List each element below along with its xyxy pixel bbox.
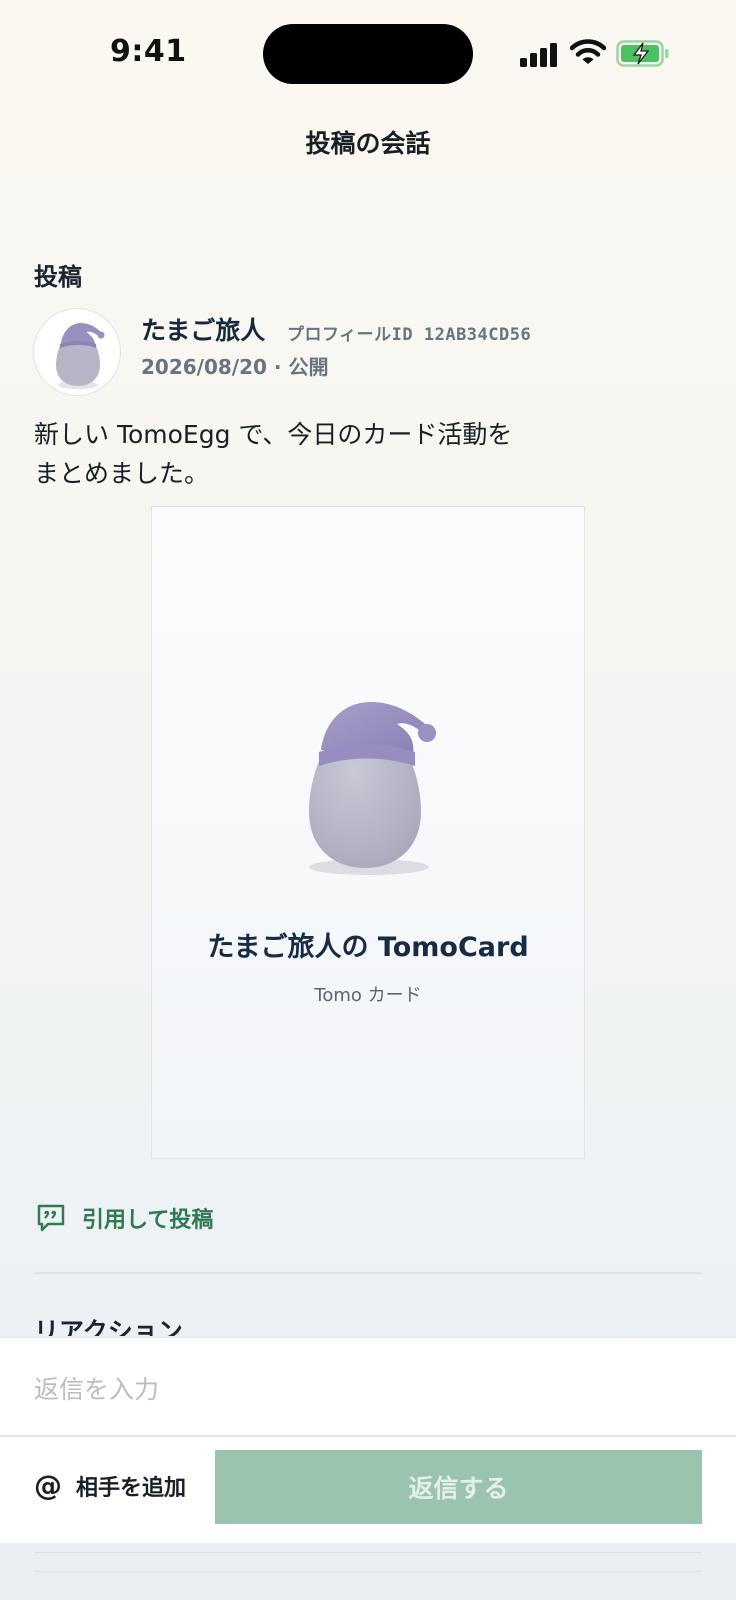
reactions-section-label: リアクション [34, 1317, 183, 1336]
signal-icon [520, 41, 560, 67]
divider [34, 1272, 702, 1274]
author-name[interactable]: たまご旅人 [141, 311, 265, 347]
egg-character-icon [56, 323, 105, 389]
card-subtitle: Tomo カード [314, 985, 422, 1006]
quote-post-button[interactable]: 引用して投稿 [34, 1200, 213, 1236]
divider [34, 1571, 702, 1572]
wifi-icon [570, 39, 606, 64]
battery-charging-icon [616, 40, 669, 67]
status-bar: 9:41 [0, 0, 736, 110]
quote-post-label: 引用して投稿 [82, 1208, 214, 1233]
post-section-label: 投稿 [34, 263, 82, 291]
card-title: たまご旅人の TomoCard [207, 932, 529, 963]
add-mention-button[interactable]: @ 相手を追加 [34, 1469, 186, 1502]
author-avatar[interactable] [33, 308, 121, 396]
quote-bubble-icon [37, 1204, 65, 1232]
profile-id: プロフィールID 12AB34CD56 [287, 325, 532, 345]
divider [34, 1552, 702, 1553]
dynamic-island [263, 24, 473, 84]
status-time: 9:41 [110, 34, 187, 69]
post-body: 新しい TomoEgg で、今日のカード活動を まとめました。 [34, 415, 574, 493]
add-mention-label: 相手を追加 [76, 1475, 187, 1501]
tomo-card[interactable]: たまご旅人の TomoCard Tomo カード [151, 506, 585, 1159]
post-body-text: 新しい TomoEgg で、今日のカード活動を まとめました。 [34, 420, 513, 488]
reply-input[interactable] [0, 1338, 736, 1435]
composer-divider [0, 1435, 736, 1437]
send-reply-button[interactable]: 返信する [215, 1450, 702, 1524]
at-icon: @ [34, 1469, 62, 1502]
post-meta: 2026/08/20 · 公開 [141, 355, 329, 379]
reply-composer: @ 相手を追加 返信する [0, 1337, 736, 1543]
page-title: 投稿の会話 [305, 129, 431, 158]
egg-character-icon [309, 702, 436, 875]
